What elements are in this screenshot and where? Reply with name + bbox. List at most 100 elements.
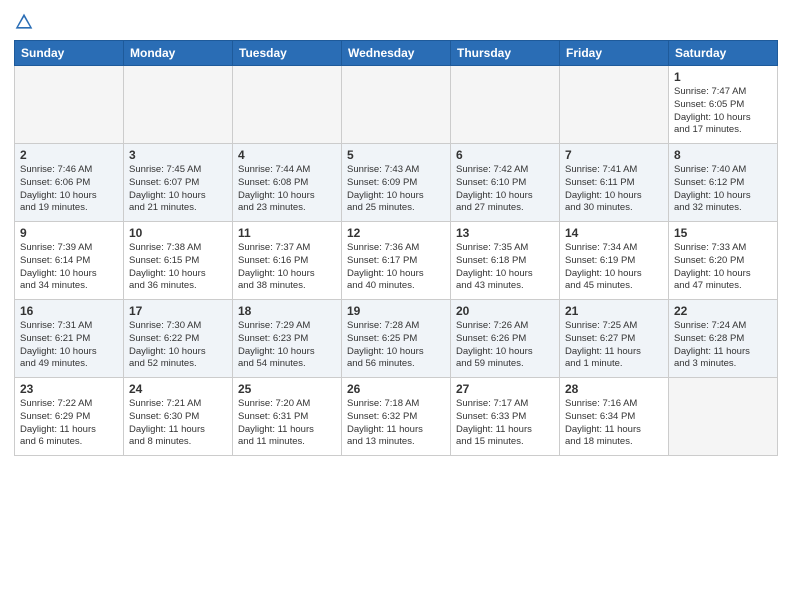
- calendar-week-3: 9 Sunrise: 7:39 AM Sunset: 6:14 PM Daylig…: [15, 222, 778, 300]
- day-number: 9: [20, 226, 118, 240]
- header: [14, 12, 778, 32]
- calendar-cell: 7 Sunrise: 7:41 AM Sunset: 6:11 PM Daylig…: [560, 144, 669, 222]
- calendar-header-tuesday: Tuesday: [233, 41, 342, 66]
- day-info: Sunrise: 7:37 AM Sunset: 6:16 PM Dayligh…: [238, 242, 336, 293]
- day-number: 1: [674, 70, 772, 84]
- calendar-cell: [669, 378, 778, 456]
- calendar-cell: [15, 66, 124, 144]
- day-number: 14: [565, 226, 663, 240]
- day-info: Sunrise: 7:17 AM Sunset: 6:33 PM Dayligh…: [456, 398, 554, 449]
- calendar-cell: 25 Sunrise: 7:20 AM Sunset: 6:31 PM Dayli…: [233, 378, 342, 456]
- day-info: Sunrise: 7:41 AM Sunset: 6:11 PM Dayligh…: [565, 164, 663, 215]
- day-info: Sunrise: 7:31 AM Sunset: 6:21 PM Dayligh…: [20, 320, 118, 371]
- day-number: 6: [456, 148, 554, 162]
- day-number: 8: [674, 148, 772, 162]
- day-info: Sunrise: 7:20 AM Sunset: 6:31 PM Dayligh…: [238, 398, 336, 449]
- day-info: Sunrise: 7:30 AM Sunset: 6:22 PM Dayligh…: [129, 320, 227, 371]
- day-number: 11: [238, 226, 336, 240]
- day-info: Sunrise: 7:39 AM Sunset: 6:14 PM Dayligh…: [20, 242, 118, 293]
- day-number: 15: [674, 226, 772, 240]
- day-info: Sunrise: 7:34 AM Sunset: 6:19 PM Dayligh…: [565, 242, 663, 293]
- calendar-cell: 5 Sunrise: 7:43 AM Sunset: 6:09 PM Daylig…: [342, 144, 451, 222]
- day-number: 22: [674, 304, 772, 318]
- day-number: 28: [565, 382, 663, 396]
- calendar-cell: 24 Sunrise: 7:21 AM Sunset: 6:30 PM Dayli…: [124, 378, 233, 456]
- calendar-week-5: 23Sunrise: 7:22 AM Sunset: 6:29 PM Dayli…: [15, 378, 778, 456]
- calendar-cell: 19 Sunrise: 7:28 AM Sunset: 6:25 PM Dayli…: [342, 300, 451, 378]
- day-info: Sunrise: 7:38 AM Sunset: 6:15 PM Dayligh…: [129, 242, 227, 293]
- day-number: 4: [238, 148, 336, 162]
- calendar-cell: 1 Sunrise: 7:47 AM Sunset: 6:05 PM Daylig…: [669, 66, 778, 144]
- calendar-week-4: 16 Sunrise: 7:31 AM Sunset: 6:21 PM Dayli…: [15, 300, 778, 378]
- calendar-cell: 4 Sunrise: 7:44 AM Sunset: 6:08 PM Daylig…: [233, 144, 342, 222]
- calendar-header-row: SundayMondayTuesdayWednesdayThursdayFrid…: [15, 41, 778, 66]
- calendar-cell: 10 Sunrise: 7:38 AM Sunset: 6:15 PM Dayli…: [124, 222, 233, 300]
- calendar-cell: 12 Sunrise: 7:36 AM Sunset: 6:17 PM Dayli…: [342, 222, 451, 300]
- day-info: Sunrise: 7:47 AM Sunset: 6:05 PM Dayligh…: [674, 86, 772, 137]
- day-info: Sunrise: 7:29 AM Sunset: 6:23 PM Dayligh…: [238, 320, 336, 371]
- calendar-cell: [233, 66, 342, 144]
- calendar-cell: 8 Sunrise: 7:40 AM Sunset: 6:12 PM Daylig…: [669, 144, 778, 222]
- day-number: 25: [238, 382, 336, 396]
- day-number: 24: [129, 382, 227, 396]
- logo: [14, 12, 38, 32]
- day-info: Sunrise: 7:44 AM Sunset: 6:08 PM Dayligh…: [238, 164, 336, 215]
- calendar-header-wednesday: Wednesday: [342, 41, 451, 66]
- calendar-week-1: 1 Sunrise: 7:47 AM Sunset: 6:05 PM Daylig…: [15, 66, 778, 144]
- calendar-cell: 28 Sunrise: 7:16 AM Sunset: 6:34 PM Dayli…: [560, 378, 669, 456]
- day-info: Sunrise: 7:33 AM Sunset: 6:20 PM Dayligh…: [674, 242, 772, 293]
- day-info: Sunrise: 7:21 AM Sunset: 6:30 PM Dayligh…: [129, 398, 227, 449]
- day-info: Sunrise: 7:25 AM Sunset: 6:27 PM Dayligh…: [565, 320, 663, 371]
- calendar-cell: 15 Sunrise: 7:33 AM Sunset: 6:20 PM Dayli…: [669, 222, 778, 300]
- calendar-header-sunday: Sunday: [15, 41, 124, 66]
- day-number: 2: [20, 148, 118, 162]
- calendar-cell: 9 Sunrise: 7:39 AM Sunset: 6:14 PM Daylig…: [15, 222, 124, 300]
- day-number: 3: [129, 148, 227, 162]
- day-info: Sunrise: 7:42 AM Sunset: 6:10 PM Dayligh…: [456, 164, 554, 215]
- day-number: 7: [565, 148, 663, 162]
- calendar-cell: 21Sunrise: 7:25 AM Sunset: 6:27 PM Dayli…: [560, 300, 669, 378]
- calendar-cell: 20Sunrise: 7:26 AM Sunset: 6:26 PM Dayli…: [451, 300, 560, 378]
- calendar-header-saturday: Saturday: [669, 41, 778, 66]
- calendar-cell: 26Sunrise: 7:18 AM Sunset: 6:32 PM Dayli…: [342, 378, 451, 456]
- calendar-cell: 2 Sunrise: 7:46 AM Sunset: 6:06 PM Daylig…: [15, 144, 124, 222]
- day-info: Sunrise: 7:24 AM Sunset: 6:28 PM Dayligh…: [674, 320, 772, 371]
- calendar-cell: 22 Sunrise: 7:24 AM Sunset: 6:28 PM Dayli…: [669, 300, 778, 378]
- calendar-cell: [560, 66, 669, 144]
- day-info: Sunrise: 7:35 AM Sunset: 6:18 PM Dayligh…: [456, 242, 554, 293]
- day-number: 13: [456, 226, 554, 240]
- calendar-cell: 16 Sunrise: 7:31 AM Sunset: 6:21 PM Dayli…: [15, 300, 124, 378]
- calendar-header-thursday: Thursday: [451, 41, 560, 66]
- day-info: Sunrise: 7:28 AM Sunset: 6:25 PM Dayligh…: [347, 320, 445, 371]
- logo-icon: [14, 12, 34, 32]
- calendar-cell: 23Sunrise: 7:22 AM Sunset: 6:29 PM Dayli…: [15, 378, 124, 456]
- calendar-header-friday: Friday: [560, 41, 669, 66]
- day-info: Sunrise: 7:40 AM Sunset: 6:12 PM Dayligh…: [674, 164, 772, 215]
- day-info: Sunrise: 7:16 AM Sunset: 6:34 PM Dayligh…: [565, 398, 663, 449]
- day-info: Sunrise: 7:26 AM Sunset: 6:26 PM Dayligh…: [456, 320, 554, 371]
- day-number: 18: [238, 304, 336, 318]
- day-info: Sunrise: 7:36 AM Sunset: 6:17 PM Dayligh…: [347, 242, 445, 293]
- day-number: 17: [129, 304, 227, 318]
- day-number: 10: [129, 226, 227, 240]
- calendar-cell: 13 Sunrise: 7:35 AM Sunset: 6:18 PM Dayli…: [451, 222, 560, 300]
- calendar-cell: [342, 66, 451, 144]
- calendar-cell: 27 Sunrise: 7:17 AM Sunset: 6:33 PM Dayli…: [451, 378, 560, 456]
- calendar-cell: 11 Sunrise: 7:37 AM Sunset: 6:16 PM Dayli…: [233, 222, 342, 300]
- calendar-cell: [451, 66, 560, 144]
- day-number: 27: [456, 382, 554, 396]
- calendar-cell: 17 Sunrise: 7:30 AM Sunset: 6:22 PM Dayli…: [124, 300, 233, 378]
- day-info: Sunrise: 7:46 AM Sunset: 6:06 PM Dayligh…: [20, 164, 118, 215]
- calendar-cell: 3 Sunrise: 7:45 AM Sunset: 6:07 PM Daylig…: [124, 144, 233, 222]
- day-info: Sunrise: 7:45 AM Sunset: 6:07 PM Dayligh…: [129, 164, 227, 215]
- day-number: 5: [347, 148, 445, 162]
- calendar-cell: 18 Sunrise: 7:29 AM Sunset: 6:23 PM Dayli…: [233, 300, 342, 378]
- day-number: 12: [347, 226, 445, 240]
- day-info: Sunrise: 7:43 AM Sunset: 6:09 PM Dayligh…: [347, 164, 445, 215]
- day-info: Sunrise: 7:18 AM Sunset: 6:32 PM Dayligh…: [347, 398, 445, 449]
- day-number: 16: [20, 304, 118, 318]
- calendar-header-monday: Monday: [124, 41, 233, 66]
- day-info: Sunrise: 7:22 AM Sunset: 6:29 PM Dayligh…: [20, 398, 118, 449]
- day-number: 19: [347, 304, 445, 318]
- calendar: SundayMondayTuesdayWednesdayThursdayFrid…: [14, 40, 778, 456]
